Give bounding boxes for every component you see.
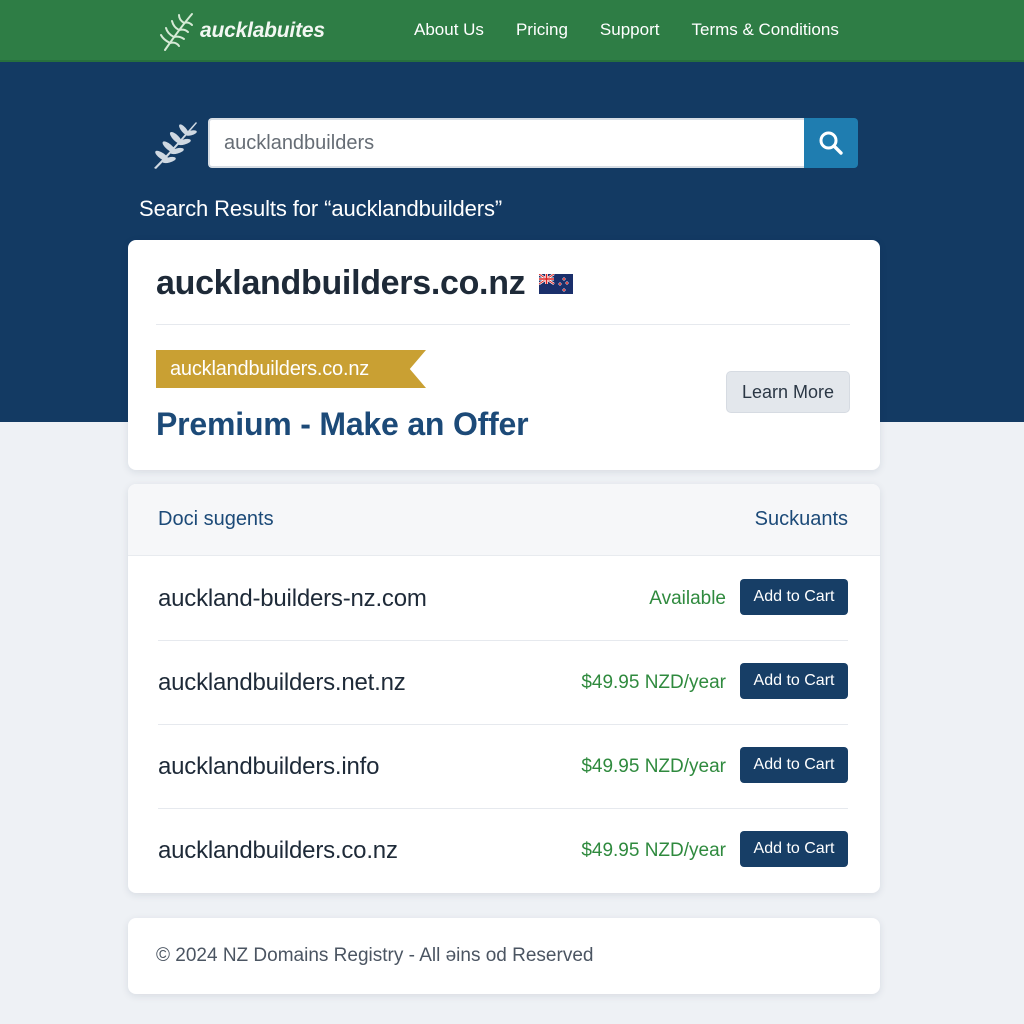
footer-copyright: © 2024 NZ Domains Registry - All əins od… [156,945,594,966]
domain-row: aucklandbuilders.co.nz $49.95 NZD/year A… [158,809,848,893]
domain-name: aucklandbuilders.co.nz [158,837,398,864]
search-results-heading: Search Results for “aucklandbuilders” [139,196,503,221]
suggestions-header-title: Doci sugents [158,508,274,530]
domain-price: $49.95 NZD/year [581,672,726,693]
nav-link-support[interactable]: Support [584,0,676,60]
suggestions-header-status: Suckuants [754,508,848,530]
domain-name: aucklandbuilders.info [158,753,380,780]
nav-link-pricing[interactable]: Pricing [500,0,584,60]
search-icon [819,131,843,155]
fern-leaf-icon [154,122,197,169]
featured-domain-name: aucklandbuilders.co.nz [156,264,526,302]
card-divider [156,324,850,325]
page-footer: © 2024 NZ Domains Registry - All əins od… [128,918,880,994]
domain-suggestions-card: Doci sugents Suckuants auckland-builders… [128,484,880,893]
featured-domain-card: aucklandbuilders.co.nz aucklandbuilders.… [128,240,880,470]
premium-offer-text: Premium - Make an Offer [156,406,529,442]
add-to-cart-button[interactable]: Add to Cart [740,747,848,783]
suggestions-header: Doci sugents Suckuants [128,484,880,556]
add-to-cart-button[interactable]: Add to Cart [740,579,848,615]
domain-name: auckland-builders-nz.com [158,585,427,612]
domain-row: aucklandbuilders.net.nz $49.95 NZD/year … [158,641,848,725]
search-button[interactable] [804,118,858,168]
brand-logo-link[interactable]: aucklabuites [160,10,325,52]
brand-name: aucklabuites [200,19,325,42]
domain-name: aucklandbuilders.net.nz [158,669,406,696]
top-nav-bar: aucklabuites About Us Pricing Support Te… [0,0,1024,62]
fern-leaf-icon [160,13,193,51]
nz-flag-icon [539,273,574,294]
domain-row: aucklandbuilders.info $49.95 NZD/year Ad… [158,725,848,809]
domain-search-input[interactable] [208,118,804,168]
main-nav: About Us Pricing Support Terms & Conditi… [398,0,855,60]
domain-availability: Available [649,588,726,609]
add-to-cart-button[interactable]: Add to Cart [740,831,848,867]
domain-price: $49.95 NZD/year [581,840,726,861]
nav-link-terms[interactable]: Terms & Conditions [675,0,854,60]
domain-row: auckland-builders-nz.com Available Add t… [158,557,848,641]
add-to-cart-button[interactable]: Add to Cart [740,663,848,699]
nav-link-about-us[interactable]: About Us [398,0,500,60]
featured-domain-title: aucklandbuilders.co.nz [156,264,574,303]
premium-domain-ribbon: aucklandbuilders.co.nz [156,350,426,388]
learn-more-button[interactable]: Learn More [726,371,850,413]
domain-price: $49.95 NZD/year [581,756,726,777]
domain-search-bar [208,118,858,168]
